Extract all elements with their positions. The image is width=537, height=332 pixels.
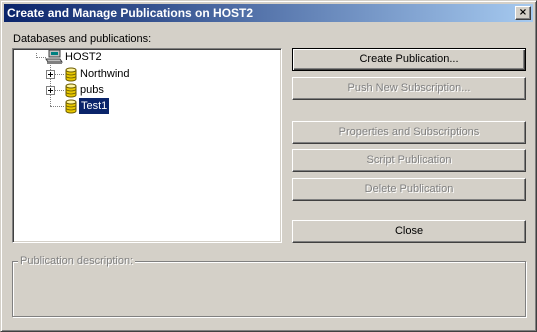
close-button[interactable]: Close bbox=[292, 220, 526, 243]
databases-tree[interactable]: HOST2 Northwind pubs Test1 bbox=[12, 48, 282, 243]
database-icon bbox=[65, 67, 77, 82]
dialog-window: Create and Manage Publications on HOST2 … bbox=[0, 0, 537, 332]
create-publication-button[interactable]: Create Publication... bbox=[292, 48, 526, 71]
server-label: HOST2 bbox=[65, 51, 102, 63]
tree-node-test1[interactable]: Test1 bbox=[13, 97, 281, 115]
script-publication-button[interactable]: Script Publication bbox=[292, 149, 526, 172]
push-new-subscription-button[interactable]: Push New Subscription... bbox=[292, 77, 526, 100]
close-icon: × bbox=[518, 7, 528, 18]
tree-node-pubs[interactable]: pubs bbox=[13, 82, 281, 98]
server-icon bbox=[45, 49, 63, 64]
expand-icon[interactable] bbox=[46, 86, 55, 95]
database-icon bbox=[65, 99, 77, 114]
tree-node-server[interactable]: HOST2 bbox=[13, 49, 281, 65]
tree-node-northwind[interactable]: Northwind bbox=[13, 66, 281, 82]
database-label: Test1 bbox=[77, 97, 111, 115]
delete-publication-button[interactable]: Delete Publication bbox=[292, 178, 526, 201]
close-window-button[interactable]: × bbox=[515, 6, 531, 20]
publication-description-label: Publication description: bbox=[18, 255, 136, 267]
title-bar[interactable]: Create and Manage Publications on HOST2 … bbox=[4, 4, 533, 22]
expand-icon[interactable] bbox=[46, 70, 55, 79]
properties-and-subscriptions-button[interactable]: Properties and Subscriptions bbox=[292, 121, 526, 144]
window-title: Create and Manage Publications on HOST2 bbox=[7, 6, 254, 20]
publication-description-box bbox=[12, 261, 526, 317]
tree-label: Databases and publications: bbox=[13, 33, 152, 45]
database-label: pubs bbox=[80, 84, 104, 96]
database-label: Northwind bbox=[80, 68, 130, 80]
database-icon bbox=[65, 83, 77, 98]
